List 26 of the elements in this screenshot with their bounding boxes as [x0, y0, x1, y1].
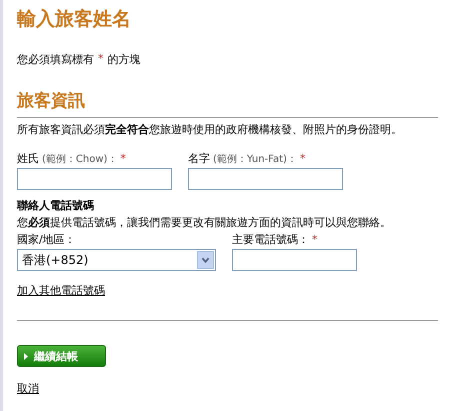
field-label: 名字 — [188, 151, 210, 166]
cancel-link[interactable]: 取消 — [17, 381, 39, 396]
field-label: 主要電話號碼： — [232, 232, 309, 247]
section-heading: 旅客資訊 — [17, 90, 86, 112]
field-hint: (範例：Yun-Fat)： — [213, 153, 297, 166]
field-label: 國家/地區： — [17, 232, 76, 247]
field-label: 姓氏 — [17, 151, 39, 166]
contact-heading: 聯絡人電話號碼 — [17, 198, 95, 213]
note-text: 您必須填寫標有 — [17, 52, 94, 67]
country-select[interactable]: 香港(+852) — [17, 249, 216, 271]
instruction-text: 所有旅客資訊必須完全符合您旅遊時使用的政府機構核發、附照片的身份證明。 — [17, 122, 403, 137]
instruction-text: 您必須提供電話號碼，讓我們需要更改有關旅遊方面的資訊時可以與您聯絡。 — [17, 215, 392, 230]
field-hint: (範例：Chow)： — [42, 153, 118, 166]
dropdown-icon — [197, 251, 214, 269]
continue-button[interactable]: 繼續結帳 — [17, 345, 106, 367]
play-icon — [24, 352, 28, 360]
add-phone-link[interactable]: 加入其他電話號碼 — [17, 283, 105, 298]
required-mark: * — [120, 152, 126, 165]
page-title: 輸入旅客姓名 — [17, 7, 132, 32]
name-input[interactable] — [17, 168, 172, 190]
required-mark: * — [300, 152, 306, 165]
required-mark: * — [312, 233, 318, 246]
name-input[interactable] — [188, 168, 343, 190]
required-mark: * — [98, 52, 104, 67]
phone-input[interactable] — [232, 249, 357, 271]
note-text: 的方塊 — [108, 52, 140, 67]
